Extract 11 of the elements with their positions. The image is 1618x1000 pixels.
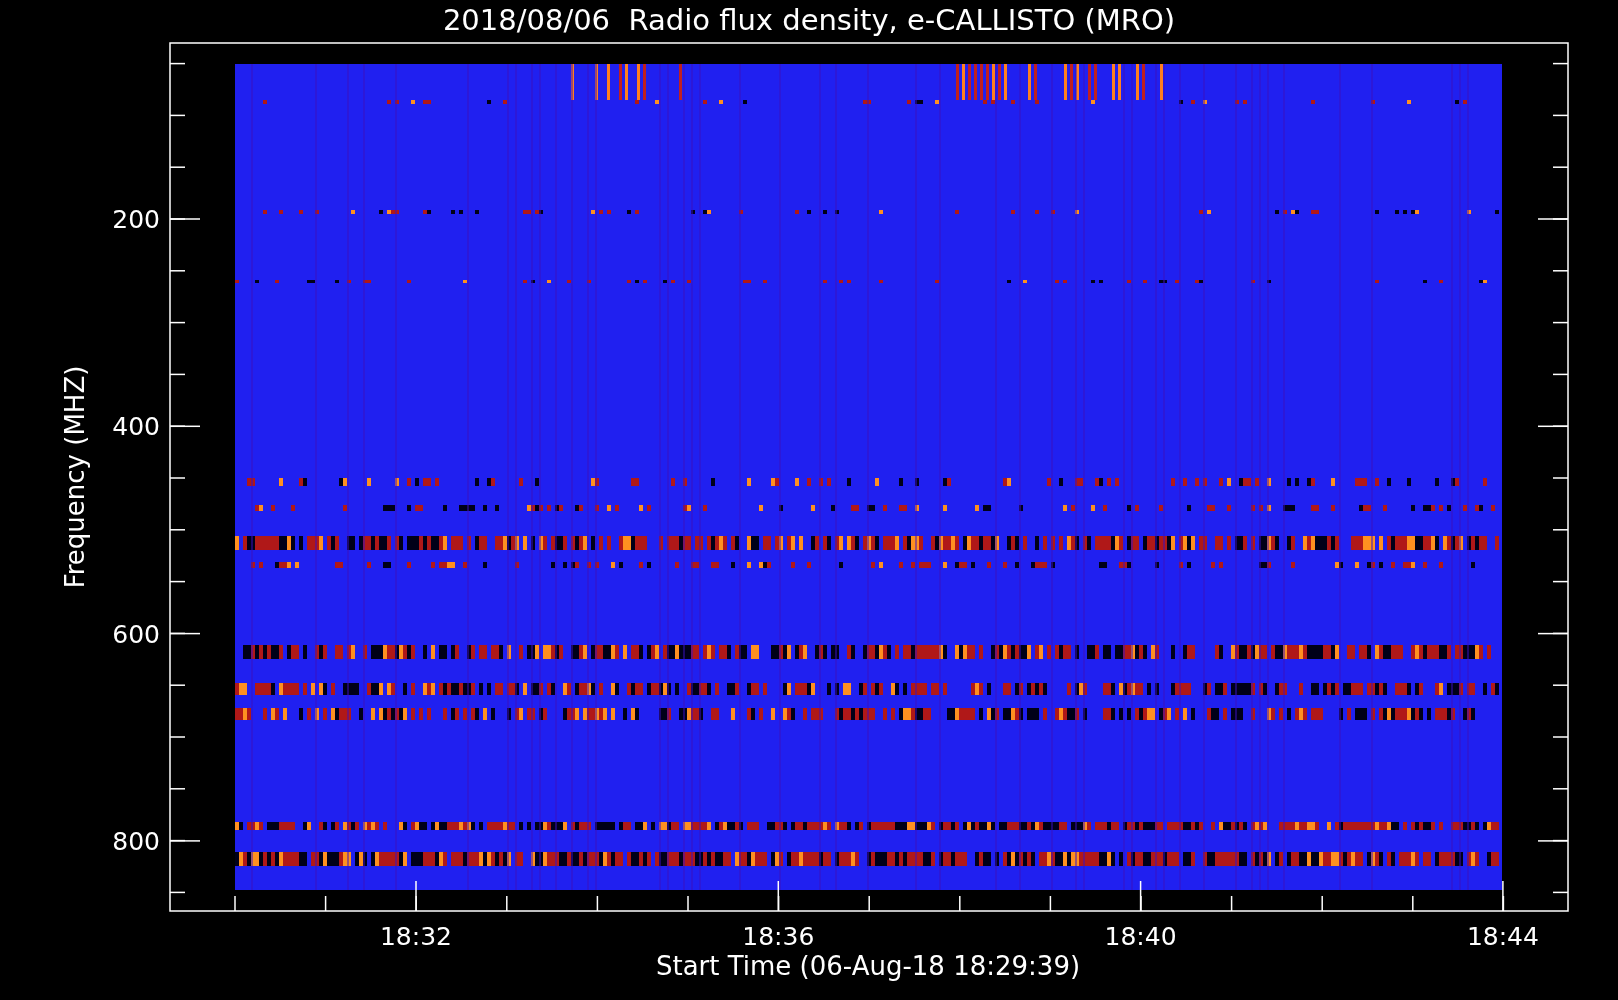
y-tick-label: 200: [112, 205, 160, 234]
y-tick-label: 600: [112, 619, 160, 649]
y-axis-label: Frequency (MHZ): [60, 365, 90, 589]
x-tick-label: 18:40: [1104, 922, 1177, 951]
x-tick-label: 18:36: [742, 922, 815, 951]
y-tick-label: 800: [112, 826, 160, 856]
x-tick-label: 18:32: [380, 922, 452, 951]
plot-title: 2018/08/06 Radio flux density, e-CALLISTO (MRO): [442, 3, 1176, 37]
y-tick-label: 400: [112, 412, 160, 442]
x-tick-label: 18:44: [1466, 922, 1539, 951]
x-axis-label: Start Time (06-Aug-18 18:29:39): [655, 951, 1081, 981]
